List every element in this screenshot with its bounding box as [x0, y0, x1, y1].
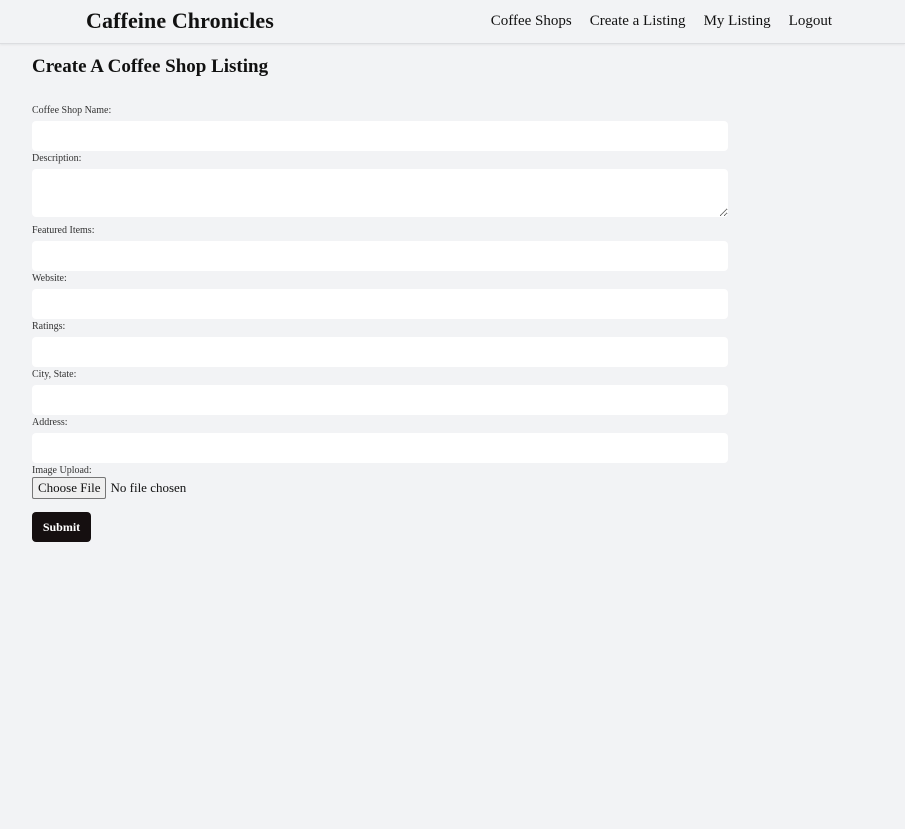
address-label: Address:: [32, 417, 68, 428]
featured-items-input[interactable]: [32, 241, 728, 271]
page-title: Create A Coffee Shop Listing: [32, 56, 269, 77]
create-listing-form: Coffee Shop Name: Description: Featured …: [32, 104, 728, 542]
coffee-shop-name-label: Coffee Shop Name:: [32, 105, 112, 116]
choose-file-button[interactable]: Choose File: [32, 477, 107, 499]
file-status-text: No file chosen: [110, 480, 187, 495]
nav-link-logout[interactable]: Logout: [789, 13, 832, 30]
top-navbar: Caffeine Chronicles Coffee Shops Create …: [0, 0, 905, 44]
nav-link-my-listing[interactable]: My Listing: [704, 13, 771, 30]
nav-link-create-listing[interactable]: Create a Listing: [590, 13, 686, 30]
description-textarea[interactable]: [32, 169, 728, 217]
coffee-shop-name-input[interactable]: [32, 121, 728, 151]
city-state-input[interactable]: [32, 385, 728, 415]
city-state-label: City, State:: [32, 369, 77, 380]
ratings-input[interactable]: [32, 337, 728, 367]
featured-items-label: Featured Items:: [32, 225, 95, 236]
ratings-label: Ratings:: [32, 321, 66, 332]
nav-link-coffee-shops[interactable]: Coffee Shops: [491, 13, 572, 30]
website-input[interactable]: [32, 289, 728, 319]
nav-links: Coffee Shops Create a Listing My Listing…: [473, 13, 832, 30]
address-input[interactable]: [32, 433, 728, 463]
file-upload-control: Choose File No file chosen: [32, 477, 728, 499]
submit-button[interactable]: Submit: [32, 512, 91, 542]
brand-title[interactable]: Caffeine Chronicles: [86, 8, 274, 34]
website-label: Website:: [32, 273, 67, 284]
description-label: Description:: [32, 153, 82, 164]
